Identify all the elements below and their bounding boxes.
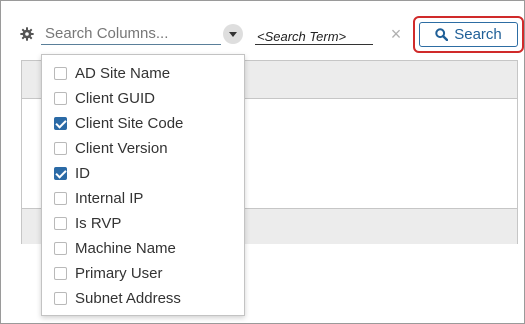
column-option-label: Is RVP xyxy=(75,215,122,232)
column-option[interactable]: Client Version xyxy=(42,136,244,161)
search-button[interactable]: Search xyxy=(419,22,518,47)
column-option-label: Primary User xyxy=(75,265,163,282)
column-option[interactable]: Client Site Code xyxy=(42,111,244,136)
column-option[interactable]: AD Site Name xyxy=(42,61,244,86)
column-option-checkbox[interactable] xyxy=(54,117,67,130)
column-option-checkbox[interactable] xyxy=(54,192,67,205)
close-icon[interactable]: × xyxy=(389,25,403,43)
column-option-label: AD Site Name xyxy=(75,65,171,82)
column-option-checkbox[interactable] xyxy=(54,267,67,280)
column-option-checkbox[interactable] xyxy=(54,67,67,80)
column-dropdown-list: AD Site Name Client GUID Client Site Cod… xyxy=(41,54,245,316)
column-option[interactable]: ID xyxy=(42,161,244,186)
chevron-down-icon[interactable] xyxy=(223,24,243,44)
column-option-checkbox[interactable] xyxy=(54,292,67,305)
column-option[interactable]: Client GUID xyxy=(42,86,244,111)
column-option[interactable]: Subnet Address xyxy=(42,286,244,311)
column-option[interactable]: Primary User xyxy=(42,261,244,286)
search-term-field[interactable]: <Search Term> xyxy=(255,28,373,45)
gear-icon[interactable] xyxy=(20,27,34,41)
column-option-checkbox[interactable] xyxy=(54,142,67,155)
column-option[interactable]: Is RVP xyxy=(42,211,244,236)
column-option-checkbox[interactable] xyxy=(54,92,67,105)
window-frame: Search Columns... <Search Term> × Search… xyxy=(0,0,525,324)
column-option-label: Internal IP xyxy=(75,190,144,207)
column-option-label: Machine Name xyxy=(75,240,176,257)
column-option-label: ID xyxy=(75,165,90,182)
column-option[interactable]: Machine Name xyxy=(42,236,244,261)
column-option-label: Client GUID xyxy=(75,90,156,107)
search-icon xyxy=(435,28,449,41)
column-option-checkbox[interactable] xyxy=(54,167,67,180)
column-option-label: Subnet Address xyxy=(75,290,181,307)
column-search-input[interactable]: Search Columns... xyxy=(41,23,221,45)
column-option-checkbox[interactable] xyxy=(54,242,67,255)
column-option-checkbox[interactable] xyxy=(54,217,67,230)
column-option-label: Client Version xyxy=(75,140,168,157)
column-option[interactable]: Internal IP xyxy=(42,186,244,211)
column-option-label: Client Site Code xyxy=(75,115,184,132)
search-button-label: Search xyxy=(454,26,502,43)
